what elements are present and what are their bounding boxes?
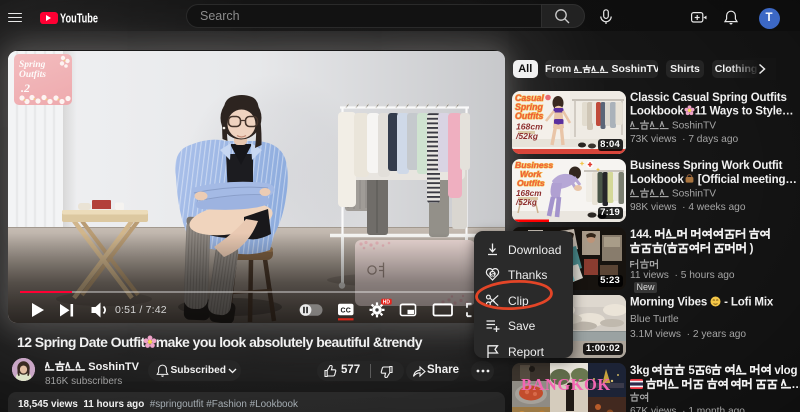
svg-text:/52kg: /52kg: [515, 131, 539, 141]
svg-text:CC: CC: [340, 307, 351, 314]
svg-text:168cm: 168cm: [516, 122, 543, 132]
svg-text:BANGKOK: BANGKOK: [521, 375, 611, 394]
svg-text:/52kg: /52kg: [515, 198, 537, 207]
svg-text:YouTube: YouTube: [60, 11, 98, 26]
svg-text:Outfits: Outfits: [517, 178, 545, 188]
svg-text:168cm: 168cm: [516, 189, 542, 198]
svg-text:HD: HD: [383, 299, 391, 305]
svg-text:Outfits: Outfits: [515, 111, 543, 121]
